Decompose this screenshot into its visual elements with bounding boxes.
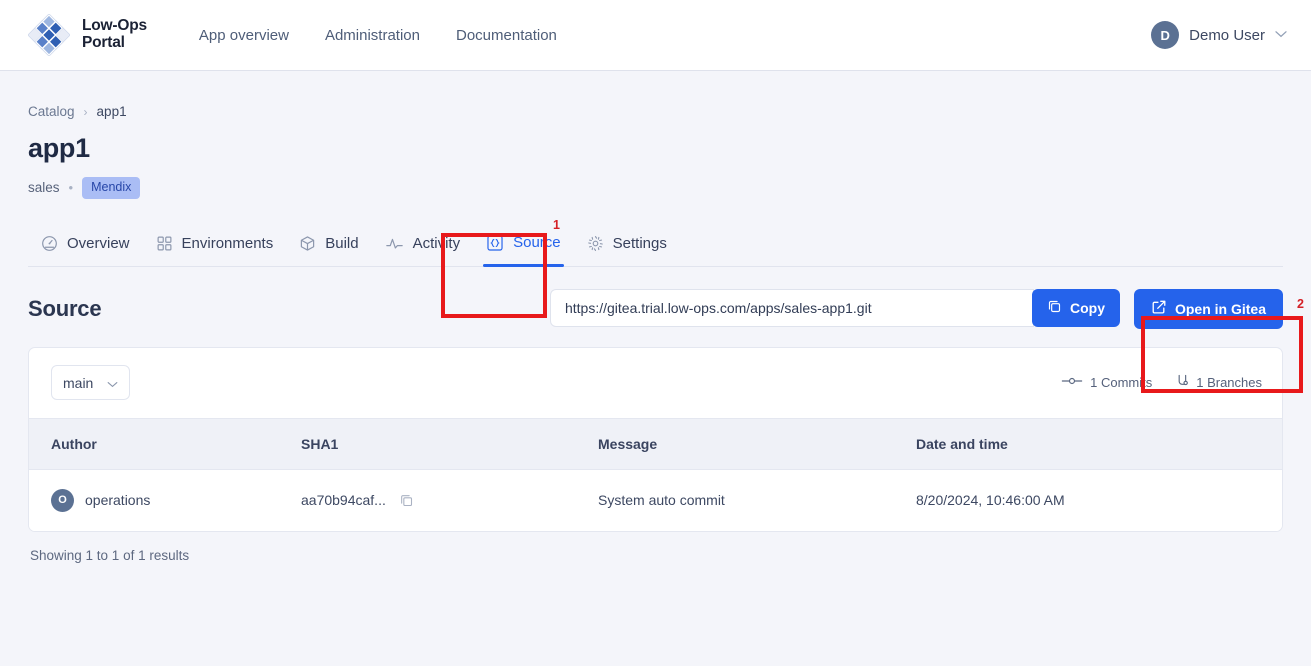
author-avatar: O [51, 488, 74, 512]
repo-url-input[interactable]: https://gitea.trial.low-ops.com/apps/sal… [549, 288, 1034, 327]
tab-label: Activity [412, 234, 461, 252]
top-navigation-bar: Low-Ops Portal App overview Administrati… [0, 0, 1311, 71]
tab-activity[interactable]: Activity [372, 227, 474, 266]
branches-stat-label: 1 Branches [1196, 375, 1262, 391]
nav-app-overview[interactable]: App overview [199, 27, 289, 44]
app-meta: sales • Mendix [28, 177, 1283, 199]
user-name: Demo User [1189, 26, 1265, 44]
code-braces-icon [486, 234, 504, 252]
breadcrumb: Catalog › app1 [28, 71, 1283, 119]
tab-label: Build [325, 234, 359, 252]
table-body: O operations aa70b94caf... System auto c… [29, 469, 1282, 532]
column-header-date: Date and time [916, 417, 1282, 470]
package-icon [299, 235, 316, 252]
tab-build[interactable]: Build [286, 227, 371, 266]
copy-icon [1047, 299, 1062, 317]
column-header-author: Author [29, 417, 301, 470]
results-summary: Showing 1 to 1 of 1 results [30, 548, 190, 564]
branch-name: main [63, 374, 94, 391]
cell-date: 8/20/2024, 10:46:00 AM [916, 469, 1282, 532]
sha1-value: aa70b94caf... [301, 492, 386, 509]
grid-icon [156, 235, 173, 252]
tab-settings[interactable]: Settings [574, 227, 680, 266]
tab-label: Settings [612, 234, 667, 252]
tab-label: Source [513, 234, 561, 252]
tab-label: Overview [67, 234, 130, 252]
commits-stat[interactable]: 1 Commits [1061, 375, 1152, 390]
column-header-message: Message [598, 417, 916, 470]
chevron-down-icon [1275, 30, 1287, 41]
copy-button-label: Copy [1069, 299, 1105, 316]
page-content: Catalog › app1 app1 sales • Mendix Overv… [0, 71, 1311, 563]
commits-stat-label: 1 Commits [1090, 375, 1153, 391]
branches-stat[interactable]: 1 Branches [1176, 374, 1262, 391]
tab-overview[interactable]: Overview [28, 227, 143, 266]
brand-name: Low-Ops Portal [82, 17, 147, 51]
repo-toolbar: main 1 Commits 1 Branches [29, 348, 1282, 418]
gauge-icon [41, 235, 58, 252]
breadcrumb-separator-icon: › [83, 104, 88, 119]
diamond-grid-logo-icon [27, 13, 71, 57]
primary-nav: App overview Administration Documentatio… [199, 27, 557, 44]
table-row[interactable]: O operations aa70b94caf... System auto c… [29, 469, 1282, 532]
source-header-row: Source https://gitea.trial.low-ops.com/a… [28, 288, 1283, 329]
status-badge: Mendix [82, 177, 141, 199]
open-in-gitea-button[interactable]: Open in Gitea [1133, 288, 1283, 329]
author-name: operations [85, 492, 151, 509]
tab-environments[interactable]: Environments [143, 227, 287, 266]
table-header: Author SHA1 Message Date and time [29, 417, 1282, 470]
branch-icon [1176, 374, 1189, 391]
breadcrumb-catalog[interactable]: Catalog [28, 104, 75, 119]
commits-card: main 1 Commits 1 Branches Author SHA1 Me… [28, 346, 1283, 533]
branch-selector[interactable]: main [51, 365, 131, 401]
nav-administration[interactable]: Administration [325, 27, 420, 44]
external-link-icon [1151, 299, 1167, 318]
open-button-label: Open in Gitea [1174, 300, 1266, 317]
meta-separator: • [68, 180, 74, 196]
tab-label: Environments [181, 234, 274, 252]
repo-stats: 1 Commits 1 Branches [1061, 374, 1262, 391]
tab-bar: Overview Environments Build Activity Sou… [28, 226, 1283, 267]
app-team: sales [28, 180, 60, 196]
annotation-number-1: 1 [553, 218, 560, 232]
section-title: Source [28, 295, 102, 321]
chevron-down-icon [107, 375, 118, 391]
page-title: app1 [28, 133, 90, 163]
cell-author: O operations [29, 469, 301, 532]
repo-url-group: https://gitea.trial.low-ops.com/apps/sal… [549, 288, 1283, 329]
annotation-number-2: 2 [1297, 297, 1304, 311]
user-menu[interactable]: D Demo User [1151, 21, 1287, 49]
commit-icon [1061, 375, 1083, 390]
brand[interactable]: Low-Ops Portal [27, 13, 147, 57]
nav-documentation[interactable]: Documentation [456, 27, 557, 44]
breadcrumb-current: app1 [96, 104, 127, 119]
gear-icon [587, 235, 604, 252]
table-header-row: Author SHA1 Message Date and time [29, 417, 1282, 470]
copy-sha-icon[interactable] [399, 493, 414, 508]
cell-message: System auto commit [598, 469, 916, 532]
column-header-sha1: SHA1 [301, 417, 598, 470]
avatar: D [1151, 21, 1180, 49]
copy-url-button[interactable]: Copy [1031, 288, 1120, 327]
commits-table: Author SHA1 Message Date and time O oper… [29, 417, 1282, 532]
pulse-icon [385, 235, 404, 252]
cell-sha1: aa70b94caf... [301, 469, 598, 532]
